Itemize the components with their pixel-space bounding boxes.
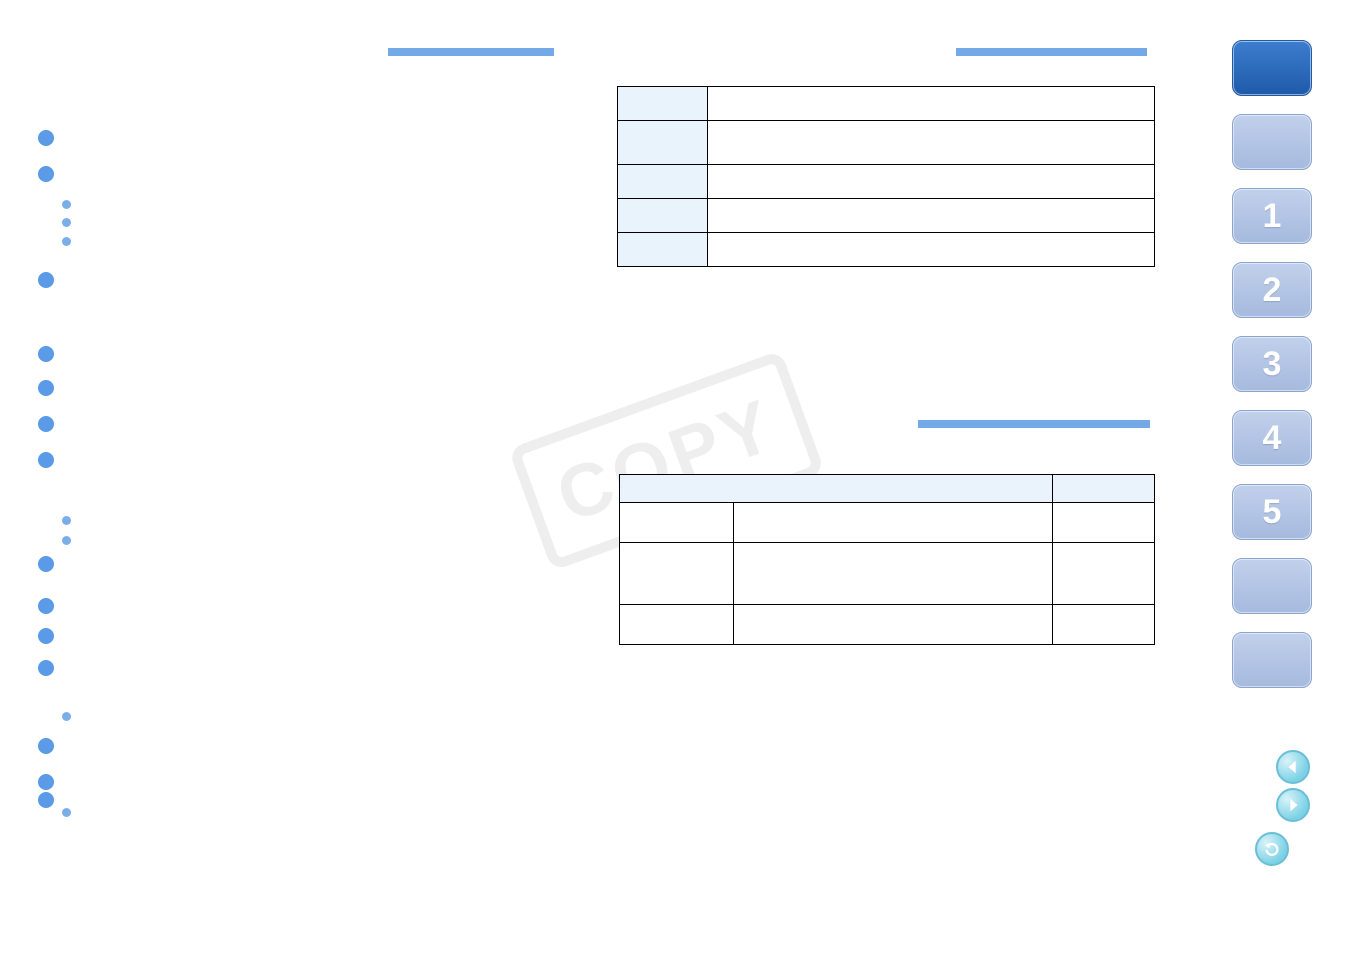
chapter-tab-4[interactable]: 4: [1232, 410, 1312, 466]
chapter-tab-2[interactable]: 2: [1232, 262, 1312, 318]
return-icon[interactable]: [1255, 832, 1289, 866]
chapter-tab-1[interactable]: 1: [1232, 188, 1312, 244]
toc-bullets: [32, 130, 72, 830]
t1-row-value: [707, 87, 1154, 121]
prev-icon[interactable]: [1276, 750, 1310, 784]
toc-bullet[interactable]: [38, 346, 54, 362]
intro-tab[interactable]: [1232, 40, 1312, 96]
chapter-nav: 1 2 3 4 5: [1232, 40, 1312, 706]
section-tab[interactable]: [1232, 632, 1312, 688]
spec-table-2: [619, 474, 1155, 645]
t2-cell: [733, 543, 1052, 605]
spec-table-1: [617, 86, 1155, 267]
t2-cell: [733, 503, 1052, 543]
t1-row-header: [618, 121, 708, 165]
t2-header-left: [620, 475, 1053, 503]
toc-bullet[interactable]: [38, 556, 54, 572]
t2-cell: [620, 605, 734, 645]
toc-bullet[interactable]: [38, 166, 54, 182]
chapter-tab-5[interactable]: 5: [1232, 484, 1312, 540]
toc-subbullet[interactable]: [62, 200, 71, 209]
toc-bullet[interactable]: [38, 792, 54, 808]
t1-row-header: [618, 165, 708, 199]
toc-bullet[interactable]: [38, 628, 54, 644]
chapter-tab-3[interactable]: 3: [1232, 336, 1312, 392]
t1-row-value: [707, 199, 1154, 233]
t2-cell: [620, 543, 734, 605]
toc-bullet[interactable]: [38, 452, 54, 468]
t2-cell: [733, 605, 1052, 645]
page-nav-icons: [1232, 748, 1312, 868]
t1-row-header: [618, 199, 708, 233]
t2-cell: [1053, 503, 1155, 543]
toc-bullet[interactable]: [38, 416, 54, 432]
section-tab[interactable]: [1232, 558, 1312, 614]
toc-subbullet[interactable]: [62, 218, 71, 227]
t1-row-value: [707, 121, 1154, 165]
toc-bullet[interactable]: [38, 130, 54, 146]
toc-subbullet[interactable]: [62, 808, 71, 817]
toc-bullet[interactable]: [38, 598, 54, 614]
t1-row-header: [618, 87, 708, 121]
t2-cell: [1053, 543, 1155, 605]
next-icon[interactable]: [1276, 788, 1310, 822]
toc-bullet[interactable]: [38, 660, 54, 676]
accent-bar: [918, 420, 1150, 428]
toc-bullet[interactable]: [38, 738, 54, 754]
toc-subbullet[interactable]: [62, 237, 71, 246]
toc-subbullet[interactable]: [62, 536, 71, 545]
accent-bar: [388, 48, 554, 56]
t1-row-header: [618, 233, 708, 267]
t1-row-value: [707, 165, 1154, 199]
accent-bar: [956, 48, 1147, 56]
toc-bullet[interactable]: [38, 272, 54, 288]
t2-header-right: [1053, 475, 1155, 503]
toc-subbullet[interactable]: [62, 712, 71, 721]
t2-cell: [1053, 605, 1155, 645]
toc-bullet[interactable]: [38, 774, 54, 790]
t1-row-value: [707, 233, 1154, 267]
section-tab[interactable]: [1232, 114, 1312, 170]
toc-subbullet[interactable]: [62, 516, 71, 525]
t2-cell: [620, 503, 734, 543]
toc-bullet[interactable]: [38, 380, 54, 396]
